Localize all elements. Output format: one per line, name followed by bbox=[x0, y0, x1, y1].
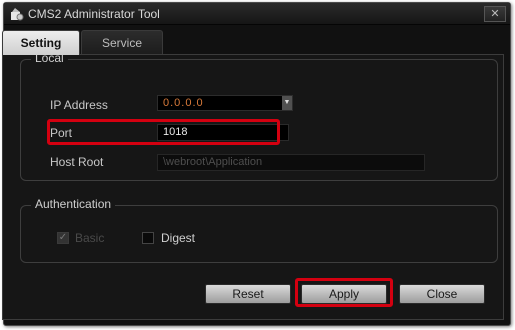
close-button[interactable]: Close bbox=[399, 284, 485, 304]
setting-panel: Local IP Address 0.0.0.0 ▼ Port 1018 Hos… bbox=[2, 51, 504, 320]
port-highlight-box bbox=[47, 119, 280, 145]
window-title: CMS2 Administrator Tool bbox=[28, 7, 160, 21]
reset-button[interactable]: Reset bbox=[205, 284, 291, 304]
digest-checkbox[interactable] bbox=[142, 232, 154, 244]
ip-address-value: 0.0.0.0 bbox=[163, 97, 204, 109]
ip-address-select[interactable]: 0.0.0.0 ▼ bbox=[157, 95, 293, 111]
host-root-input[interactable]: \webroot\Application bbox=[157, 154, 425, 171]
basic-checkbox[interactable]: ✓ bbox=[57, 232, 69, 244]
app-icon bbox=[11, 8, 24, 21]
chevron-down-icon[interactable]: ▼ bbox=[282, 96, 292, 110]
tab-setting[interactable]: Setting bbox=[2, 30, 80, 55]
host-root-label: Host Root bbox=[50, 155, 104, 169]
authentication-group-legend: Authentication bbox=[31, 197, 116, 211]
apply-highlight-box bbox=[295, 278, 393, 307]
basic-label: Basic bbox=[75, 231, 105, 245]
digest-label: Digest bbox=[161, 231, 196, 245]
tab-service[interactable]: Service bbox=[81, 30, 163, 55]
window-close-button[interactable]: ✕ bbox=[484, 6, 506, 22]
ip-address-label: IP Address bbox=[50, 98, 108, 112]
title-bar[interactable]: CMS2 Administrator Tool ✕ bbox=[4, 3, 510, 25]
authentication-group: Authentication ✓ Basic Digest bbox=[20, 197, 498, 263]
